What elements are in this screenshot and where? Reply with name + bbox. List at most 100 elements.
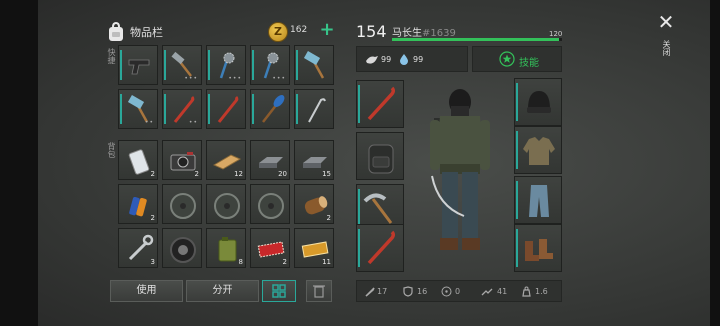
skills-button[interactable]: 技能	[472, 46, 562, 72]
backpack-slot-5[interactable]: 15	[294, 140, 334, 180]
xp-max: 120	[549, 30, 563, 38]
item-count: 2	[194, 170, 199, 178]
item-count: 2	[282, 258, 287, 266]
durability-dots: ••	[188, 119, 198, 126]
grid-icon	[272, 284, 286, 298]
star-icon	[499, 51, 515, 67]
close-label: 关闭	[662, 40, 671, 56]
radiation-icon	[441, 286, 452, 297]
backpack-slot-12[interactable]	[162, 228, 202, 268]
backpack-slot-1[interactable]: 2	[118, 140, 158, 180]
jacket-icon	[523, 137, 555, 165]
backpack-slot-14[interactable]: 2	[250, 228, 290, 268]
xp-fill	[392, 38, 559, 41]
slot-indicator	[516, 229, 518, 267]
slot-indicator	[252, 94, 254, 124]
item-count: 2	[326, 214, 331, 222]
hook-icon	[308, 98, 326, 123]
backpack-slot-4[interactable]: 20	[250, 140, 290, 180]
water-value: 99	[413, 55, 424, 64]
skills-label: 技能	[519, 58, 539, 69]
equip-slot-legs[interactable]	[514, 176, 562, 224]
quick-slots-label: 快捷	[107, 48, 116, 64]
quick-slot-6[interactable]: ••	[118, 89, 158, 129]
slot-indicator	[164, 50, 166, 80]
tire-icon	[170, 237, 196, 263]
slot-indicator	[516, 131, 518, 169]
trash-icon	[313, 285, 325, 298]
slot-indicator	[120, 50, 122, 80]
durability-dots: •••	[228, 75, 242, 82]
quick-slot-3[interactable]: •••	[206, 45, 246, 85]
speed-value: 41	[497, 287, 508, 296]
sledgehammer-icon	[303, 51, 325, 79]
backpack-slot-3[interactable]: 12	[206, 140, 246, 180]
item-count: 2	[150, 214, 155, 222]
character-avatar	[430, 89, 490, 250]
equip-slot-head[interactable]	[514, 78, 562, 126]
slot-indicator	[516, 83, 518, 121]
backpack-slot-13[interactable]: 8	[206, 228, 246, 268]
character-stats-bar: 17 16 0 41 1.6	[356, 280, 562, 302]
armor-icon	[403, 286, 413, 297]
slot-indicator	[120, 94, 122, 124]
disc-icon	[170, 193, 196, 219]
split-button[interactable]: 分开	[186, 280, 259, 302]
backpack-label: 背包	[107, 142, 116, 158]
crowbar-icon	[367, 86, 396, 121]
item-count: 2	[150, 170, 155, 178]
weight-icon	[522, 286, 531, 297]
backpack-slot-9[interactable]	[250, 184, 290, 224]
backpack-slot-10[interactable]: 2	[294, 184, 334, 224]
slot-indicator	[208, 50, 210, 80]
quick-slot-10[interactable]	[294, 89, 334, 129]
crowbar-icon	[367, 230, 396, 265]
use-button[interactable]: 使用	[110, 280, 183, 302]
item-count: 8	[238, 258, 243, 266]
quick-slot-5[interactable]	[294, 45, 334, 85]
slot-indicator	[296, 50, 298, 80]
oar-icon	[262, 95, 285, 123]
delete-button[interactable]	[306, 280, 332, 302]
sort-grid-button[interactable]	[262, 280, 296, 302]
backpack-slot-8[interactable]	[206, 184, 246, 224]
speed-icon	[481, 288, 493, 296]
equip-slot-backpack[interactable]	[356, 132, 404, 180]
pickaxe-icon	[363, 193, 393, 224]
equip-slot-secondary[interactable]	[356, 224, 404, 272]
item-count: 12	[234, 170, 243, 178]
backpack-slot-11[interactable]: 3	[118, 228, 158, 268]
weight-value: 1.6	[535, 287, 548, 296]
equip-slot-feet[interactable]	[514, 224, 562, 272]
quick-slot-7[interactable]: ••	[162, 89, 202, 129]
backpack-slot-7[interactable]	[162, 184, 202, 224]
durability-dots: •••	[272, 75, 286, 82]
equip-slot-weapon[interactable]	[356, 80, 404, 128]
quick-slot-1[interactable]	[118, 45, 158, 85]
slot-indicator	[296, 94, 298, 124]
quick-slot-4[interactable]: •••	[250, 45, 290, 85]
beanie-icon	[527, 91, 551, 113]
left-bezel	[0, 0, 38, 326]
item-count: 3	[150, 258, 155, 266]
backpack-slot-6[interactable]: 2	[118, 184, 158, 224]
add-coins-button[interactable]: +	[318, 20, 336, 40]
slot-indicator	[358, 85, 360, 123]
equip-slot-torso[interactable]	[514, 126, 562, 174]
water-icon	[400, 54, 408, 65]
attack-value: 17	[377, 287, 388, 296]
quick-slot-2[interactable]: •••	[162, 45, 202, 85]
quick-slot-9[interactable]	[250, 89, 290, 129]
quick-slot-8[interactable]	[206, 89, 246, 129]
character-name-line: 马长生#1639	[392, 24, 456, 39]
close-button[interactable]: ✕	[656, 12, 676, 32]
item-count: 15	[322, 170, 331, 178]
character-level: 154	[356, 22, 387, 41]
durability-dots: ••	[144, 119, 154, 126]
right-bezel	[710, 0, 720, 326]
backpack-slot-15[interactable]: 11	[294, 228, 334, 268]
food-value: 99	[381, 55, 392, 64]
backpack-slot-2[interactable]: 2	[162, 140, 202, 180]
slot-indicator	[208, 94, 210, 124]
coin-count: 162	[290, 25, 308, 35]
